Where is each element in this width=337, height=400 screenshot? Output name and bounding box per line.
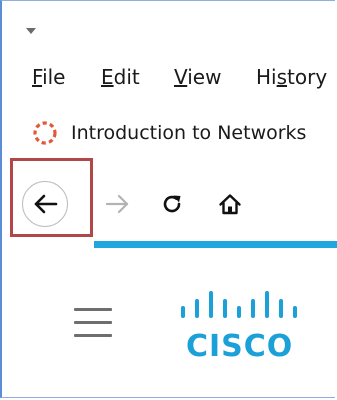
dropdown-caret-icon[interactable] [26, 28, 36, 34]
arrow-right-icon [105, 194, 129, 214]
menu-view-accesskey: V [174, 65, 188, 89]
hamburger-icon[interactable] [74, 308, 112, 338]
cisco-logo-text: CISCO [186, 329, 294, 364]
menu-bar: File Edit View History [0, 62, 337, 92]
menu-file[interactable]: File [32, 62, 65, 92]
forward-button[interactable] [100, 186, 136, 222]
menu-file-suffix: ile [42, 65, 66, 89]
menu-history-accesskey: s [276, 65, 288, 89]
cisco-logo-bars-icon [181, 291, 297, 318]
reload-icon [163, 195, 181, 213]
menu-edit[interactable]: Edit [101, 62, 140, 92]
menu-view[interactable]: View [174, 62, 221, 92]
home-button[interactable] [212, 186, 248, 222]
menu-view-suffix: iew [187, 65, 222, 89]
menu-file-accesskey: F [32, 65, 43, 89]
menu-history-prefix: Hi [256, 65, 277, 89]
dashed-circle-loading-icon [33, 121, 57, 145]
menu-history-suffix: tory [287, 65, 328, 89]
menu-history[interactable]: History [256, 62, 327, 92]
navigation-toolbar [0, 176, 337, 232]
menu-edit-suffix: dit [113, 65, 140, 89]
reload-button[interactable] [154, 186, 190, 222]
page-header: CISCO [0, 248, 337, 398]
home-icon [219, 194, 241, 215]
back-button[interactable] [22, 181, 68, 227]
page-accent-bar [94, 241, 337, 248]
browser-tab[interactable]: Introduction to Networks [0, 116, 337, 150]
menu-edit-accesskey: E [101, 65, 114, 89]
arrow-left-icon [34, 194, 58, 214]
tab-title: Introduction to Networks [71, 122, 307, 144]
